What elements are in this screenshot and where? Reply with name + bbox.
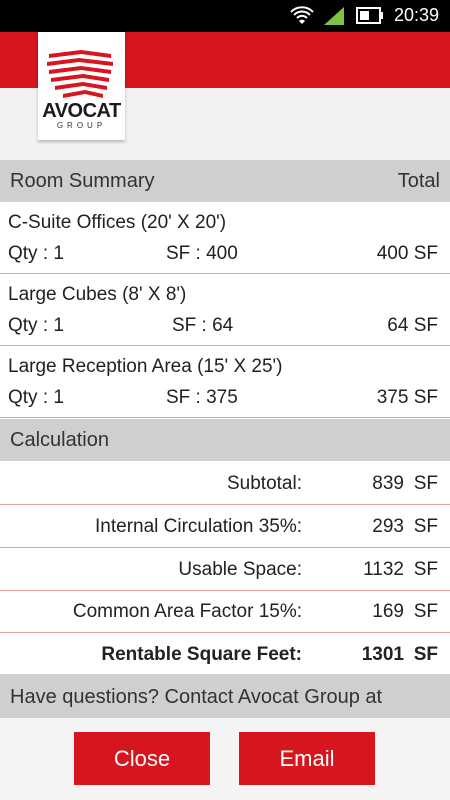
email-button[interactable]: Email	[239, 732, 375, 785]
calc-value: 1132	[363, 559, 404, 580]
calc-label: Common Area Factor 15%:	[72, 601, 302, 622]
status-time: 20:39	[394, 5, 440, 25]
logo-mark-icon	[47, 50, 113, 98]
calc-unit: SF	[413, 559, 438, 580]
room-sf: SF : 375	[166, 387, 238, 408]
calc-row-internal-circulation: Internal Circulation 35%: 293 SF	[0, 505, 450, 548]
room-row: C-Suite Offices (20' X 20') Qty : 1 SF :…	[0, 202, 450, 274]
calc-row-rentable-square-feet: Rentable Square Feet: 1301 SF	[0, 633, 450, 676]
room-sf: SF : 400	[166, 243, 238, 264]
calculation-header: Calculation	[0, 419, 450, 461]
room-summary-title: Room Summary	[10, 170, 155, 192]
room-row: Large Reception Area (15' X 25') Qty : 1…	[0, 346, 450, 418]
status-bar: 20:39	[0, 0, 450, 32]
calc-label: Internal Circulation 35%:	[95, 516, 302, 537]
calculation-title: Calculation	[10, 429, 109, 451]
calc-unit: SF	[413, 473, 438, 494]
room-summary-header: Room Summary Total	[0, 160, 450, 202]
room-total: 64 SF	[387, 315, 438, 336]
signal-icon	[324, 7, 344, 25]
footer: Have questions? Contact Avocat Group at	[0, 674, 450, 800]
room-row: Large Cubes (8' X 8') Qty : 1 SF : 64 64…	[0, 274, 450, 346]
calc-value: 1301	[361, 644, 404, 665]
room-qty: Qty : 1	[8, 387, 64, 408]
calc-row-usable-space: Usable Space: 1132 SF	[0, 548, 450, 591]
calc-unit: SF	[413, 601, 438, 622]
room-summary-total-label: Total	[397, 170, 440, 192]
room-name: C-Suite Offices (20' X 20')	[8, 212, 227, 233]
button-panel	[0, 718, 450, 800]
calc-unit: SF	[413, 516, 438, 537]
calc-label: Rentable Square Feet:	[101, 644, 302, 665]
calc-unit: SF	[413, 644, 438, 665]
room-total: 375 SF	[376, 387, 438, 408]
calc-value: 839	[372, 473, 404, 494]
calc-value: 169	[372, 601, 404, 622]
logo-sub: GROUP	[56, 121, 107, 130]
calc-row-common-area-factor: Common Area Factor 15%: 169 SF	[0, 590, 450, 633]
room-name: Large Cubes (8' X 8')	[8, 284, 187, 305]
contact-text: Have questions? Contact Avocat Group at	[10, 686, 383, 708]
calc-value: 293	[372, 516, 404, 537]
room-total: 400 SF	[376, 243, 438, 264]
logo-name: AVOCAT	[42, 100, 121, 122]
room-qty: Qty : 1	[8, 315, 64, 336]
wifi-icon	[290, 6, 314, 24]
close-button[interactable]: Close	[74, 732, 210, 785]
room-sf: SF : 64	[172, 315, 234, 336]
calc-label: Subtotal:	[227, 473, 302, 494]
calc-row-subtotal: Subtotal: 839 SF	[0, 462, 450, 505]
room-qty: Qty : 1	[8, 243, 64, 264]
room-name: Large Reception Area (15' X 25')	[8, 356, 283, 377]
battery-icon	[356, 7, 383, 24]
logo: AVOCAT GROUP	[38, 32, 125, 140]
calc-label: Usable Space:	[178, 559, 302, 580]
